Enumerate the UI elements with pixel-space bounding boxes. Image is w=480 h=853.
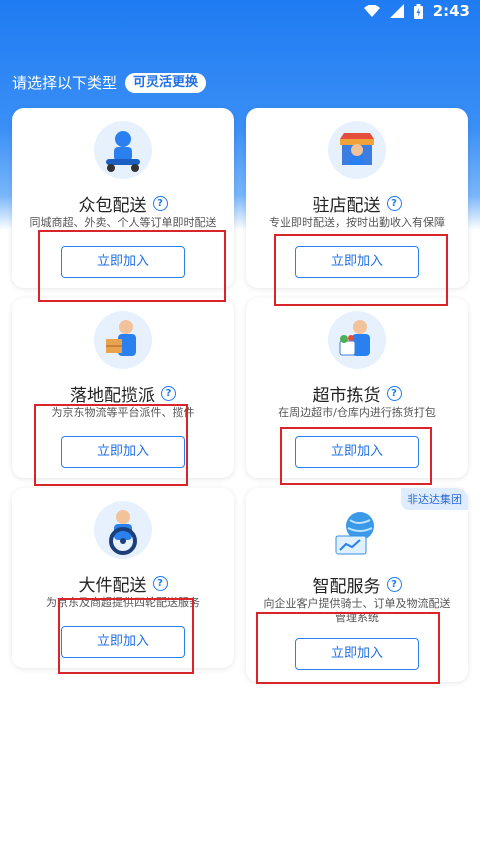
wifi-icon bbox=[363, 4, 380, 17]
type-select-header: 请选择以下类型 可灵活更换 bbox=[12, 72, 207, 93]
help-icon[interactable]: ? bbox=[386, 577, 402, 592]
help-icon[interactable]: ? bbox=[386, 196, 402, 211]
help-icon[interactable]: ? bbox=[386, 386, 402, 401]
card-title: 驻店配送 bbox=[312, 196, 381, 216]
card-title: 智配服务 bbox=[312, 577, 381, 597]
status-bar: 2:43 bbox=[0, 0, 480, 22]
flex-badge: 可灵活更换 bbox=[125, 72, 207, 93]
highlight-box bbox=[280, 427, 432, 485]
card-title: 落地配揽派 bbox=[70, 386, 155, 406]
status-time: 2:43 bbox=[432, 2, 470, 20]
signal-icon bbox=[389, 4, 404, 18]
courier-parcel-icon bbox=[94, 311, 152, 369]
grocery-picker-icon bbox=[328, 311, 386, 369]
store-courier-icon bbox=[328, 121, 386, 179]
battery-icon bbox=[413, 3, 423, 19]
highlight-box bbox=[38, 230, 226, 302]
card-description: 同城商超、外卖、个人等订单即时配送 bbox=[29, 216, 217, 229]
highlight-box bbox=[34, 404, 188, 486]
globe-laptop-icon bbox=[328, 504, 386, 562]
card-title: 大件配送 bbox=[78, 576, 147, 596]
highlight-box bbox=[256, 612, 440, 684]
courier-scooter-icon bbox=[94, 121, 152, 179]
help-icon[interactable]: ? bbox=[152, 196, 168, 211]
non-dada-group-tag: 非达达集团 bbox=[401, 488, 468, 510]
highlight-box bbox=[58, 598, 194, 674]
card-title: 众包配送 bbox=[78, 196, 147, 216]
card-title: 超市拣货 bbox=[312, 386, 381, 406]
highlight-box bbox=[274, 234, 448, 306]
driver-steering-icon bbox=[94, 501, 152, 559]
card-description: 在周边超市/仓库内进行拣货打包 bbox=[278, 406, 436, 419]
help-icon[interactable]: ? bbox=[152, 576, 168, 591]
card-description: 专业即时配送，按时出勤收入有保障 bbox=[269, 216, 445, 229]
page-title: 请选择以下类型 bbox=[12, 74, 118, 92]
help-icon[interactable]: ? bbox=[161, 386, 176, 401]
